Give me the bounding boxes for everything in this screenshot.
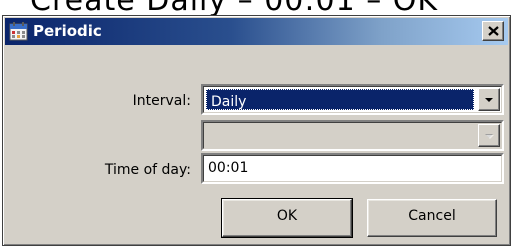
- interval-selection-highlight: Daily: [206, 89, 474, 110]
- chevron-down-disabled-icon: [485, 134, 494, 139]
- ok-button[interactable]: OK: [221, 198, 353, 238]
- cancel-button[interactable]: Cancel: [367, 199, 497, 237]
- time-of-day-input[interactable]: 00:01: [201, 153, 504, 184]
- secondary-dropdown[interactable]: [201, 120, 504, 151]
- close-x-icon: [488, 26, 499, 36]
- ok-button-label: OK: [276, 208, 298, 224]
- interval-selected-value: Daily: [211, 94, 247, 110]
- time-of-day-label: Time of day:: [104, 162, 191, 178]
- interval-label: Interval:: [132, 93, 191, 109]
- dialog-title: Periodic: [33, 22, 102, 40]
- interval-dropdown-button[interactable]: [478, 88, 500, 111]
- time-of-day-value: 00:01: [208, 160, 249, 176]
- interval-dropdown[interactable]: Daily: [201, 84, 504, 115]
- secondary-dropdown-button[interactable]: [478, 124, 500, 147]
- cancel-button-label: Cancel: [408, 208, 456, 224]
- calendar-app-icon: [9, 22, 28, 41]
- dialog-titlebar[interactable]: Periodic: [5, 18, 508, 45]
- close-button[interactable]: [482, 21, 504, 41]
- screenshot-root: Create Daily – 00:01 – OK Periodic Inter…: [0, 0, 516, 248]
- periodic-dialog: Periodic Interval: Daily Time of day: 00…: [2, 15, 511, 246]
- secondary-dropdown-bevel: [203, 122, 502, 149]
- chevron-down-icon: [485, 98, 493, 102]
